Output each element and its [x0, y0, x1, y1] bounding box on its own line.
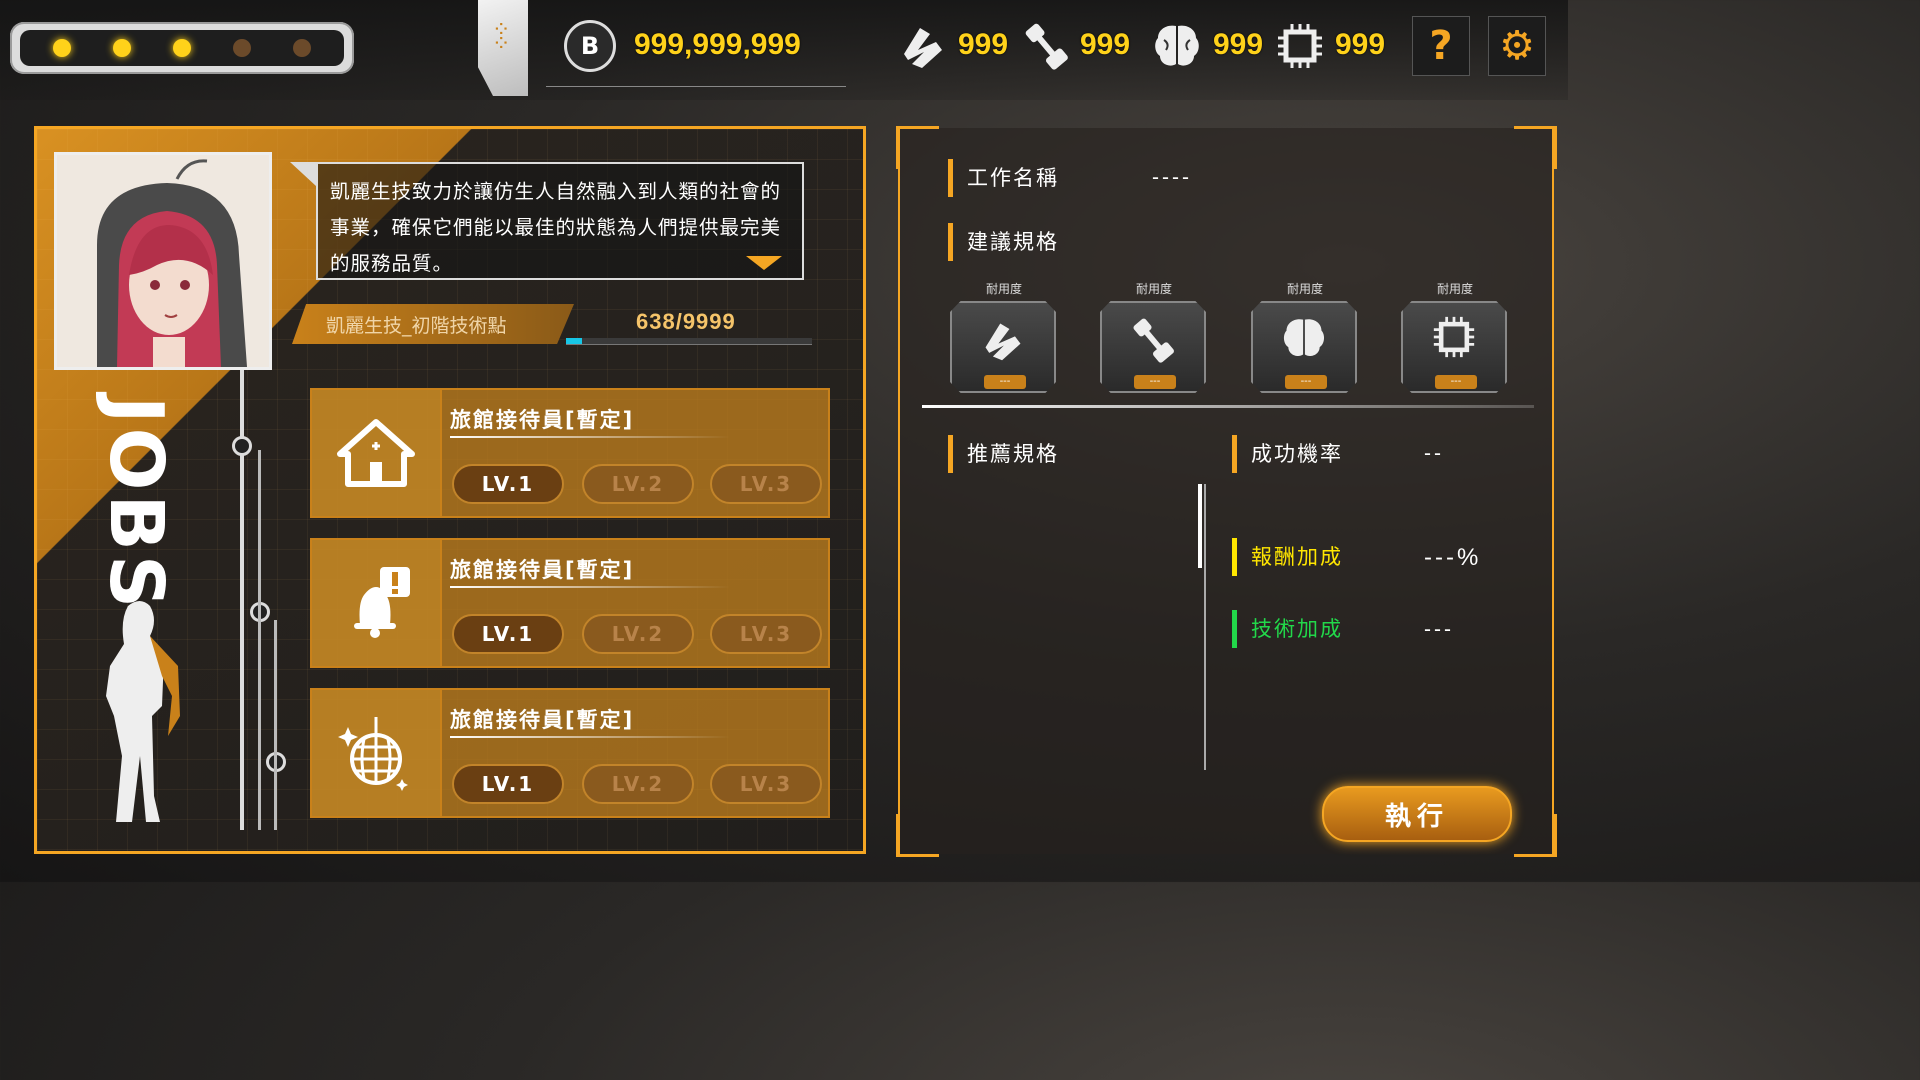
wrench-icon [952, 315, 1054, 375]
reward-bonus-value: ---% [1424, 544, 1482, 571]
spec-value: --- [1134, 375, 1176, 389]
job-card[interactable]: 旅館接待員[暫定] LV.1 LV.2 LV.3 [310, 388, 830, 518]
spec-value: --- [1435, 375, 1477, 389]
level-button-3[interactable]: LV.3 [710, 764, 822, 804]
job-card[interactable]: 旅館接待員[暫定] LV.1 LV.2 LV.3 [310, 688, 830, 818]
suggested-spec-label: 建議規格 [948, 223, 1059, 261]
spec-value: --- [984, 375, 1026, 389]
spec-name: 耐用度 [1135, 282, 1172, 296]
tech-bonus-value: --- [1424, 618, 1454, 641]
title-underline [450, 586, 730, 588]
title-underline [450, 736, 730, 738]
execute-button[interactable]: 執行 [1322, 786, 1512, 842]
spec-value: --- [1285, 375, 1327, 389]
spec-name: 耐用度 [1286, 282, 1323, 296]
tech-bonus-label: 技術加成 [1232, 610, 1343, 648]
spec-slot: 耐用度 --- [1100, 280, 1208, 393]
level-button-1[interactable]: LV.1 [452, 464, 564, 504]
tech-progress-bar [566, 338, 812, 345]
gear-icon: ⚙ [1499, 23, 1535, 69]
level-button-1[interactable]: LV.1 [452, 764, 564, 804]
title-underline [450, 436, 730, 438]
spec-box: --- [1100, 301, 1206, 393]
level-button-3[interactable]: LV.3 [710, 614, 822, 654]
jobs-side-title: JOBS [93, 396, 179, 613]
wrench-count: 999 [958, 28, 1009, 61]
spec-slot: 耐用度 --- [1251, 280, 1359, 393]
dumbbell-icon [1102, 315, 1204, 375]
bell-alert-icon [312, 540, 442, 666]
level-button-2[interactable]: LV.2 [582, 764, 694, 804]
speech-pointer [290, 162, 316, 186]
house-icon [312, 390, 442, 516]
recommended-spec-label: 推薦規格 [948, 435, 1059, 473]
success-rate-value: -- [1424, 442, 1444, 465]
corner-bracket [896, 814, 939, 857]
dots-icon: ⁘ ⁘ [492, 18, 511, 57]
spec-box: --- [1401, 301, 1507, 393]
wrench-icon [898, 20, 948, 82]
chip-count: 999 [1335, 28, 1386, 61]
expand-arrow-icon[interactable] [746, 256, 782, 270]
job-title: 旅館接待員[暫定] [450, 408, 635, 432]
menu-tab-button[interactable]: ⁘ ⁘ [478, 0, 528, 96]
dumbbell-count: 999 [1080, 28, 1131, 61]
corner-bracket [1514, 814, 1557, 857]
progress-dot [53, 39, 71, 57]
corner-bracket [896, 126, 939, 169]
scrollbar-track [1204, 484, 1206, 770]
coin-icon: B [564, 20, 616, 72]
dumbbell-icon [1022, 20, 1070, 82]
job-name-label: 工作名稱 [948, 159, 1059, 197]
level-button-2[interactable]: LV.2 [582, 464, 694, 504]
reward-bonus-label: 報酬加成 [1232, 538, 1343, 576]
progress-dot [293, 39, 311, 57]
spec-box: --- [1251, 301, 1357, 393]
corner-bracket [1514, 126, 1557, 169]
spec-slot: 耐用度 --- [1401, 280, 1509, 393]
company-description: 凱麗生技致力於讓仿生人自然融入到人類的社會的事業，確保它們能以最佳的狀態為人們提… [316, 162, 804, 280]
spec-box: --- [950, 301, 1056, 393]
success-rate-label: 成功機率 [1232, 435, 1343, 473]
spec-name: 耐用度 [985, 282, 1022, 296]
stage-progress-indicator [10, 22, 354, 74]
scrollbar-thumb[interactable] [1198, 484, 1202, 568]
brain-icon [1253, 315, 1355, 371]
job-title: 旅館接待員[暫定] [450, 558, 635, 582]
tech-points-value: 638/9999 [636, 309, 736, 334]
job-title: 旅館接待員[暫定] [450, 708, 635, 732]
circuit-node [232, 436, 252, 456]
help-icon: ? [1429, 23, 1453, 69]
level-button-1[interactable]: LV.1 [452, 614, 564, 654]
disco-ball-icon [312, 690, 442, 816]
progress-dot [233, 39, 251, 57]
chip-icon [1403, 315, 1505, 369]
level-button-3[interactable]: LV.3 [710, 464, 822, 504]
brain-icon [1152, 22, 1202, 80]
currency-value: 999,999,999 [634, 28, 801, 61]
brain-count: 999 [1213, 28, 1264, 61]
spec-slot: 耐用度 --- [950, 280, 1058, 393]
circuit-line [274, 620, 277, 830]
tech-points-label: 凱麗生技_初階技術點 [292, 304, 574, 344]
help-button[interactable]: ? [1412, 16, 1470, 76]
progress-dot [173, 39, 191, 57]
settings-button[interactable]: ⚙ [1488, 16, 1546, 76]
level-button-2[interactable]: LV.2 [582, 614, 694, 654]
section-divider [922, 405, 1534, 408]
character-silhouette [88, 596, 198, 830]
progress-dot [113, 39, 131, 57]
circuit-line [258, 450, 261, 830]
job-name-value: ---- [1152, 166, 1192, 189]
job-card[interactable]: 旅館接待員[暫定] LV.1 LV.2 LV.3 [310, 538, 830, 668]
spec-name: 耐用度 [1436, 282, 1473, 296]
chip-icon [1276, 22, 1324, 80]
character-portrait [54, 152, 272, 370]
